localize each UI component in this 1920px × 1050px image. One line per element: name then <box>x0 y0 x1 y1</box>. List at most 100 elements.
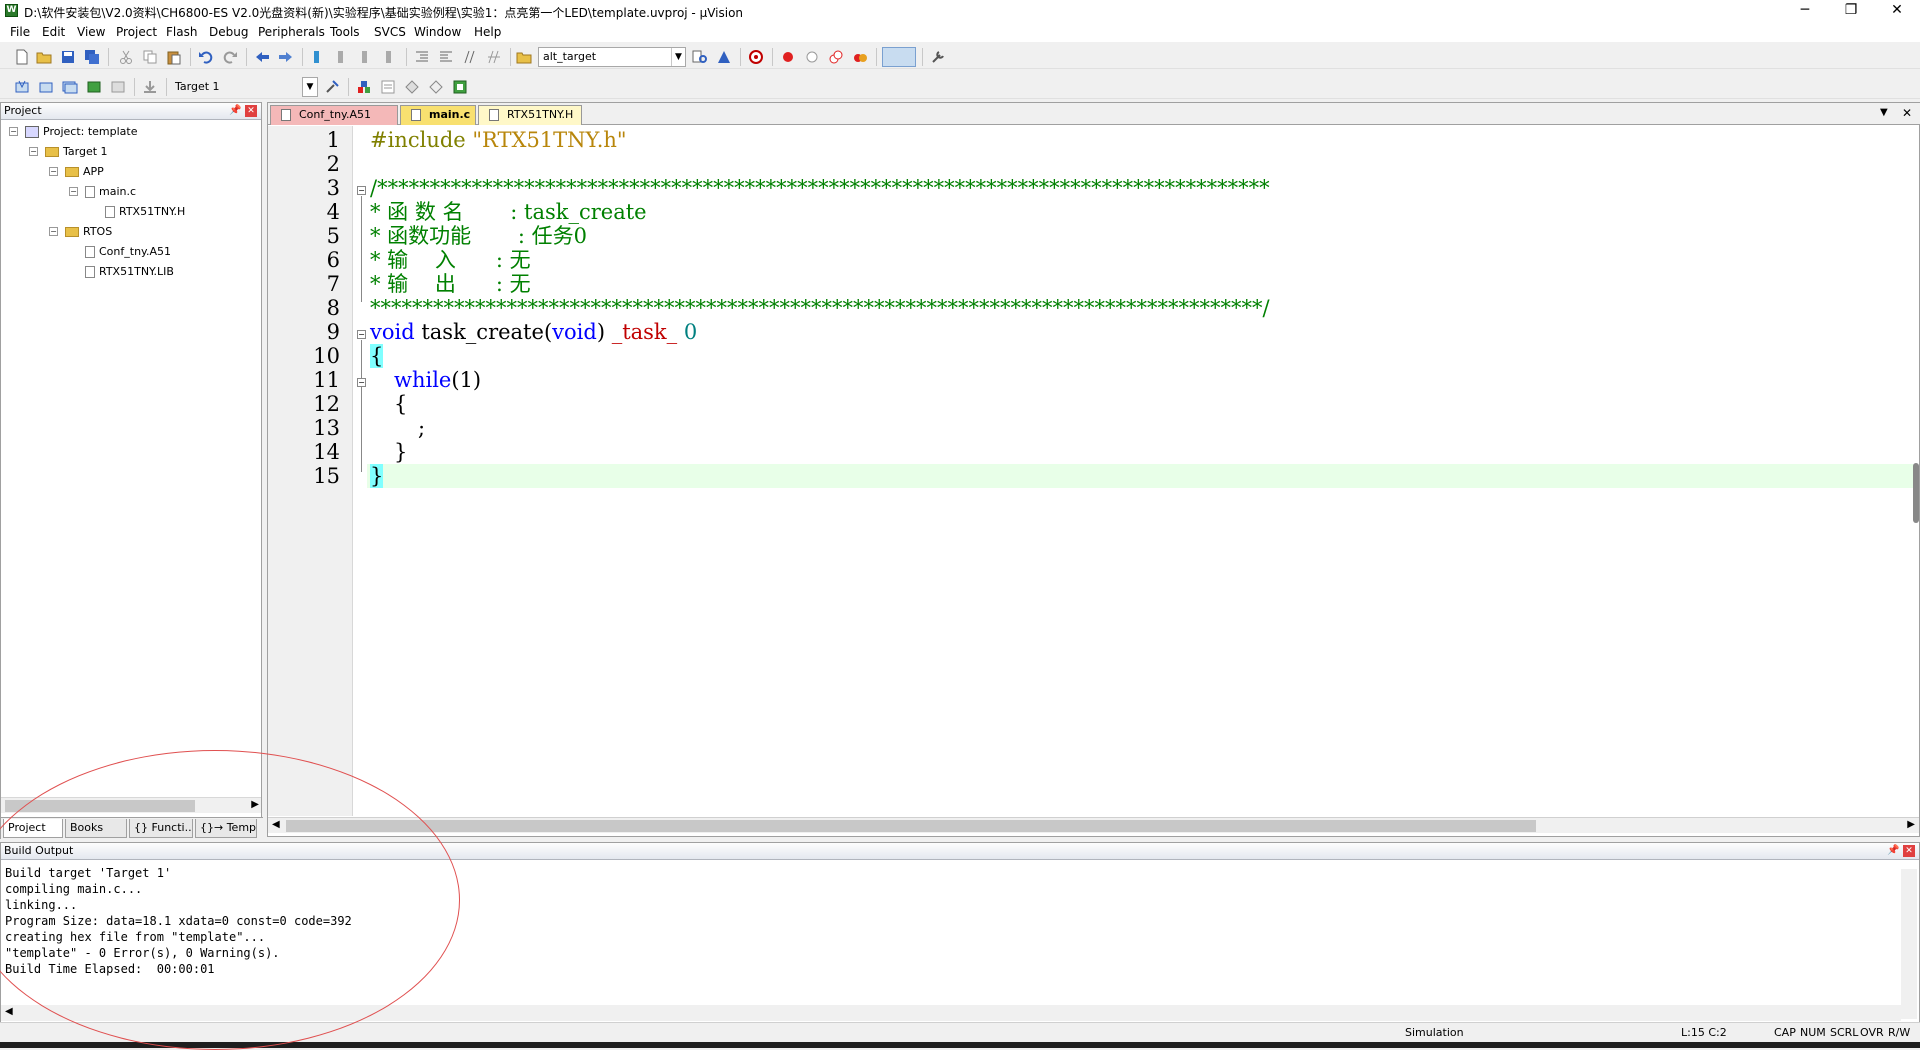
menu-debug[interactable]: Debug <box>209 25 248 39</box>
code-line-9[interactable]: void task_create(void) _task_ 0 <box>370 320 697 344</box>
build-icon[interactable] <box>38 79 54 95</box>
rebuild-icon[interactable] <box>62 79 78 95</box>
chevron-down-icon[interactable]: ▼ <box>303 78 317 96</box>
tree-project[interactable]: Project: template <box>25 125 138 139</box>
fold-toggle-icon[interactable]: − <box>357 378 366 387</box>
tree-group-app[interactable]: APP <box>65 165 104 179</box>
editor-hscrollbar[interactable]: ◀ ▶ <box>268 817 1919 833</box>
configure-icon[interactable] <box>930 49 946 65</box>
tree-group-rtos[interactable]: RTOS <box>65 225 112 239</box>
menu-peripherals[interactable]: Peripherals <box>258 25 325 39</box>
tab-templates[interactable]: {}→ Templ... <box>195 819 257 838</box>
close-tab-icon[interactable]: ✕ <box>1902 106 1912 120</box>
pin-icon[interactable]: 📌 <box>229 105 241 116</box>
code-line-12[interactable]: { <box>394 392 407 416</box>
menu-file[interactable]: File <box>10 25 30 39</box>
scroll-thumb[interactable] <box>286 820 1536 832</box>
code-line-11[interactable]: while(1) <box>394 368 481 392</box>
code-line-7[interactable]: * 输 出 : 无 <box>370 272 531 296</box>
collapse-icon[interactable]: − <box>49 227 58 236</box>
bookmark-clear-icon[interactable] <box>382 49 398 65</box>
stop-build-icon[interactable] <box>110 79 126 95</box>
breakpoint-kill-all-icon[interactable] <box>852 49 868 65</box>
collapse-icon[interactable]: − <box>9 127 18 136</box>
tab-rtx51tny-h[interactable]: RTX51TNY.H <box>478 105 582 125</box>
new-file-icon[interactable] <box>14 49 30 65</box>
target-options-icon[interactable] <box>324 79 340 95</box>
fold-toggle-icon[interactable]: − <box>357 330 366 339</box>
select-packs-icon[interactable] <box>404 79 420 95</box>
code-line-13[interactable]: ; <box>418 416 425 440</box>
menu-tools[interactable]: Tools <box>330 25 360 39</box>
scroll-left-icon[interactable]: ◀ <box>272 819 280 830</box>
find-icon[interactable] <box>692 49 708 65</box>
breakpoint-disable-all-icon[interactable] <box>828 49 844 65</box>
collapse-icon[interactable]: − <box>29 147 38 156</box>
collapse-icon[interactable]: − <box>69 187 78 196</box>
chevron-down-icon[interactable]: ▼ <box>671 48 685 66</box>
code-line-8[interactable]: ****************************************… <box>370 296 1270 320</box>
breakpoint-enable-icon[interactable] <box>804 49 820 65</box>
find-in-files-icon[interactable] <box>516 49 532 65</box>
scroll-right-icon[interactable]: ▶ <box>251 799 259 810</box>
code-line-1[interactable]: #include "RTX51TNY.h" <box>370 128 627 152</box>
unindent-icon[interactable] <box>438 49 454 65</box>
file-extensions-icon[interactable] <box>380 79 396 95</box>
code-line-4[interactable]: * 函 数 名 : task_create <box>370 200 647 224</box>
save-icon[interactable] <box>60 49 76 65</box>
code-line-14[interactable]: } <box>394 440 407 464</box>
target-dropdown[interactable]: ▼ <box>302 77 318 97</box>
close-icon[interactable]: ✕ <box>245 105 257 117</box>
code-line-6[interactable]: * 输 入 : 无 <box>370 248 531 272</box>
menu-svcs[interactable]: SVCS <box>374 25 406 39</box>
code-line-15[interactable]: } <box>370 464 384 488</box>
menu-view[interactable]: View <box>77 25 105 39</box>
tree-file-conf[interactable]: Conf_tny.A51 <box>85 245 171 259</box>
pack-installer-icon[interactable] <box>428 79 444 95</box>
debug-session-icon[interactable] <box>748 49 764 65</box>
close-icon[interactable]: ✕ <box>1903 845 1915 857</box>
open-folder-icon[interactable] <box>36 49 52 65</box>
copy-icon[interactable] <box>142 49 158 65</box>
tree-file-rtx-h[interactable]: RTX51TNY.H <box>105 205 185 219</box>
tab-list-icon[interactable]: ▼ <box>1880 107 1888 118</box>
target-combo[interactable]: Target 1 <box>170 77 318 97</box>
tab-conf-tny[interactable]: Conf_tny.A51 <box>270 105 398 125</box>
build-vscrollbar[interactable] <box>1901 869 1917 1019</box>
tab-books[interactable]: Books <box>65 819 127 838</box>
batch-build-icon[interactable] <box>86 79 102 95</box>
project-hscrollbar[interactable]: ▶ <box>1 797 261 813</box>
fold-toggle-icon[interactable]: − <box>357 186 366 195</box>
window-layout-button[interactable] <box>882 47 916 67</box>
undo-icon[interactable] <box>198 49 214 65</box>
download-icon[interactable] <box>142 79 158 95</box>
code-line-5[interactable]: * 函数功能 : 任务0 <box>370 224 587 248</box>
comment-icon[interactable] <box>462 49 478 65</box>
find-combo[interactable]: alt_target ▼ <box>538 47 686 67</box>
restore-button[interactable]: ❐ <box>1828 0 1874 22</box>
close-window-button[interactable]: ✕ <box>1874 0 1920 22</box>
code-line-3[interactable]: /***************************************… <box>370 176 1270 200</box>
tree-file-main[interactable]: main.c <box>85 185 136 199</box>
manage-components-icon[interactable] <box>356 79 372 95</box>
indent-icon[interactable] <box>414 49 430 65</box>
tree-file-lib[interactable]: RTX51TNY.LIB <box>85 265 174 279</box>
minimize-button[interactable]: ─ <box>1782 0 1828 22</box>
menu-edit[interactable]: Edit <box>42 25 65 39</box>
menu-help[interactable]: Help <box>474 25 501 39</box>
pin-icon[interactable]: 📌 <box>1887 845 1899 856</box>
tab-functions[interactable]: {} Functi... <box>129 819 193 838</box>
save-all-icon[interactable] <box>84 49 100 65</box>
paste-icon[interactable] <box>166 49 182 65</box>
run-icon[interactable] <box>452 79 468 95</box>
tab-project[interactable]: Project <box>3 819 63 838</box>
bookmark-next-icon[interactable] <box>358 49 374 65</box>
nav-back-icon[interactable] <box>254 49 270 65</box>
menu-window[interactable]: Window <box>414 25 461 39</box>
scroll-left-icon[interactable]: ◀ <box>5 1006 13 1017</box>
nav-forward-icon[interactable] <box>278 49 294 65</box>
bookmark-prev-icon[interactable] <box>334 49 350 65</box>
uncomment-icon[interactable] <box>486 49 502 65</box>
menu-project[interactable]: Project <box>116 25 157 39</box>
cut-icon[interactable] <box>118 49 134 65</box>
